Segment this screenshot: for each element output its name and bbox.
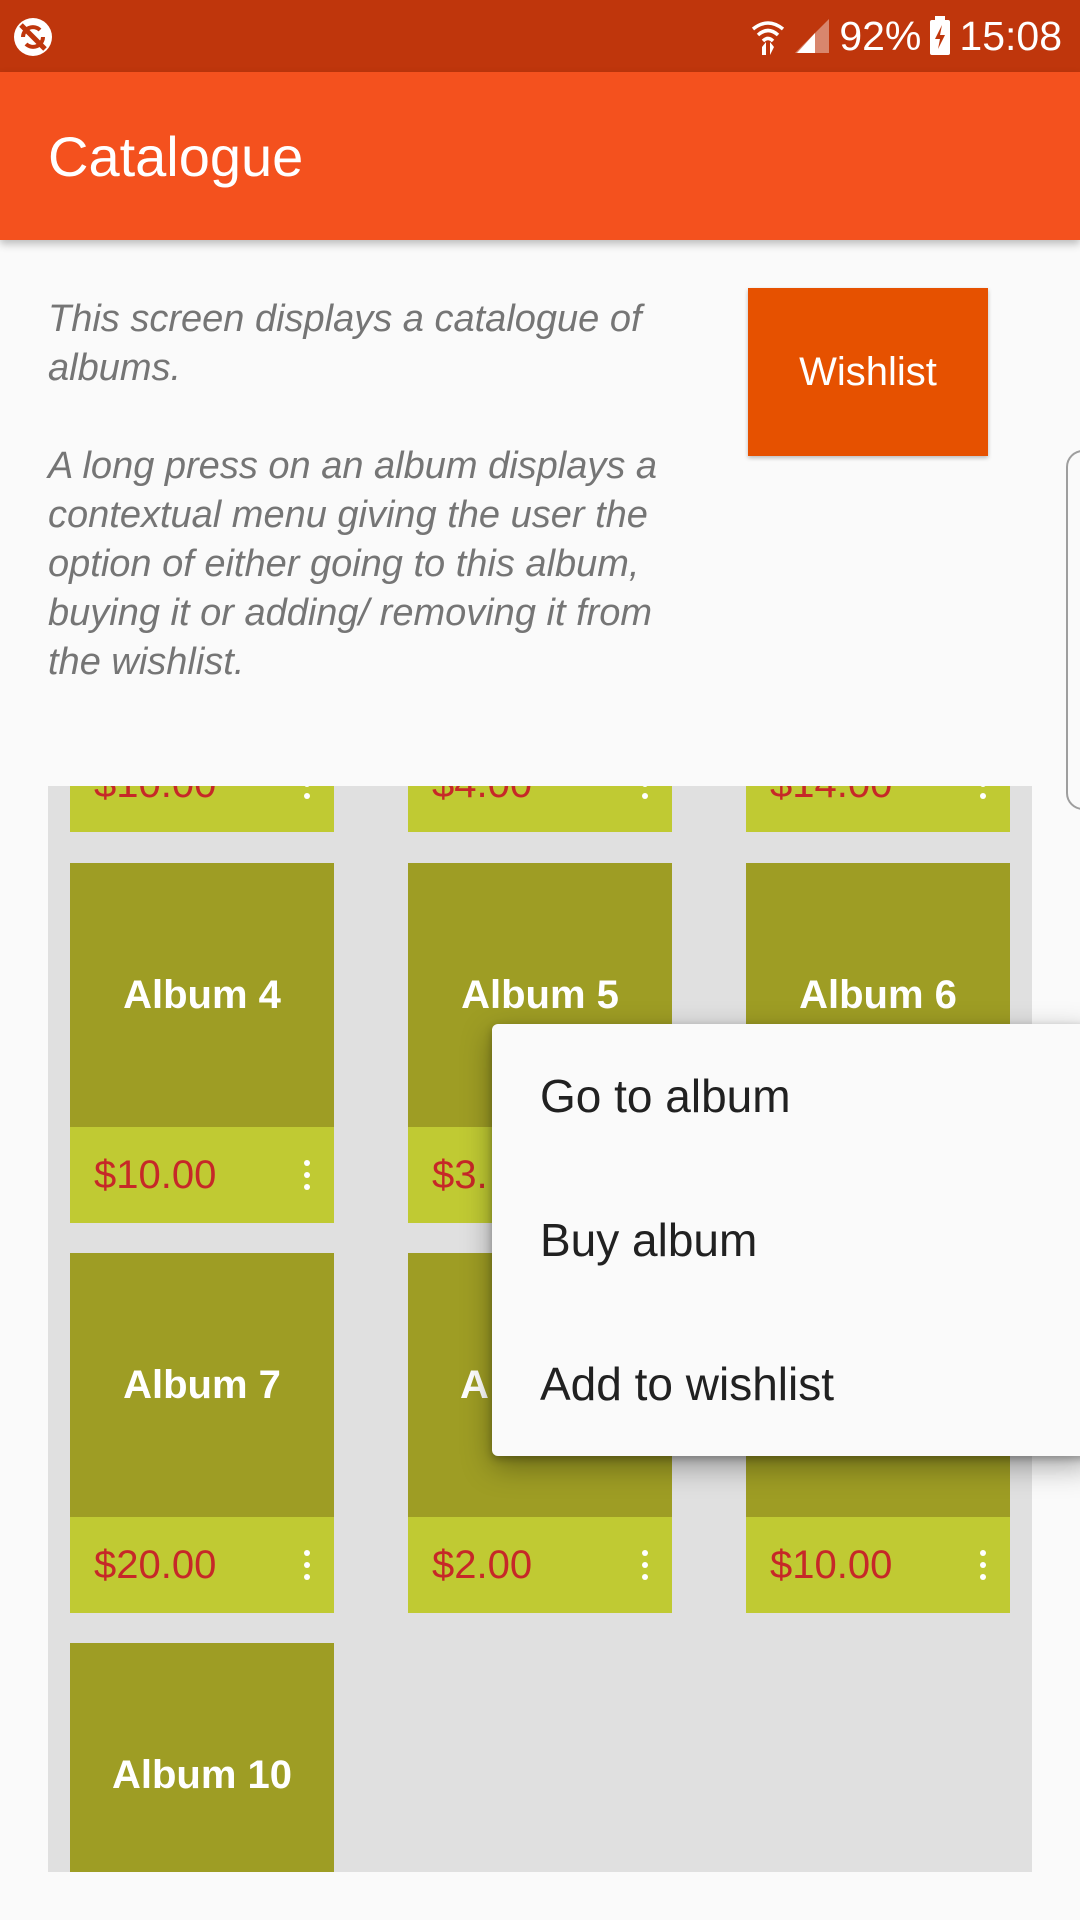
more-options-icon[interactable]: [302, 1155, 312, 1195]
album-card-footer[interactable]: $4.00: [408, 786, 672, 832]
app-bar: Catalogue: [0, 72, 1080, 240]
no-sync-icon: [14, 18, 52, 56]
signal-icon: [795, 19, 830, 53]
menu-item-add-to-wishlist[interactable]: Add to wishlist: [492, 1312, 1080, 1456]
album-price: $10.00: [94, 786, 216, 832]
more-options-icon[interactable]: [302, 786, 312, 804]
edge-panel-handle[interactable]: [1066, 450, 1080, 810]
album-card-footer[interactable]: $10.00: [70, 786, 334, 832]
album-card-footer: $20.00: [70, 1517, 334, 1613]
album-card-footer: $10.00: [746, 1517, 1010, 1613]
album-card-footer: $2.00: [408, 1517, 672, 1613]
battery-charging-icon: [930, 16, 951, 55]
album-price: $2.00: [432, 1543, 533, 1587]
wishlist-button[interactable]: Wishlist: [748, 288, 988, 456]
album-price: $20.00: [94, 1543, 217, 1587]
album-card-footer: $10.00: [70, 1127, 334, 1223]
screen-description: This screen displays a catalogue of albu…: [48, 295, 688, 687]
more-options-icon[interactable]: [302, 1545, 312, 1585]
more-options-icon[interactable]: [978, 786, 988, 804]
album-cover[interactable]: Album 10: [70, 1643, 334, 1872]
more-options-icon[interactable]: [640, 786, 650, 804]
menu-item-buy-album[interactable]: Buy album: [492, 1168, 1080, 1312]
menu-item-go-to-album[interactable]: Go to album: [492, 1024, 1080, 1168]
album-price: $10.00: [94, 1153, 217, 1197]
more-options-icon[interactable]: [640, 1545, 650, 1585]
more-options-icon[interactable]: [978, 1545, 988, 1585]
status-bar: 92% 15:08: [0, 0, 1080, 72]
clock: 15:08: [959, 13, 1062, 59]
description-paragraph: A long press on an album displays a cont…: [48, 445, 658, 683]
context-menu: Go to album Buy album Add to wishlist: [492, 1024, 1080, 1456]
page-title: Catalogue: [48, 125, 304, 188]
album-price: $10.00: [770, 1543, 893, 1587]
album-cover[interactable]: Album 4: [70, 863, 334, 1127]
album-cover[interactable]: Album 7: [70, 1253, 334, 1517]
album-card-footer[interactable]: $14.00: [746, 786, 1010, 832]
album-price: $14.00: [770, 786, 892, 832]
album-price: $4.00: [432, 786, 532, 832]
battery-percent: 92%: [839, 13, 922, 59]
wifi-icon: [752, 21, 785, 55]
album-price: $3.: [432, 1153, 488, 1197]
description-paragraph: This screen displays a catalogue of albu…: [48, 298, 642, 389]
